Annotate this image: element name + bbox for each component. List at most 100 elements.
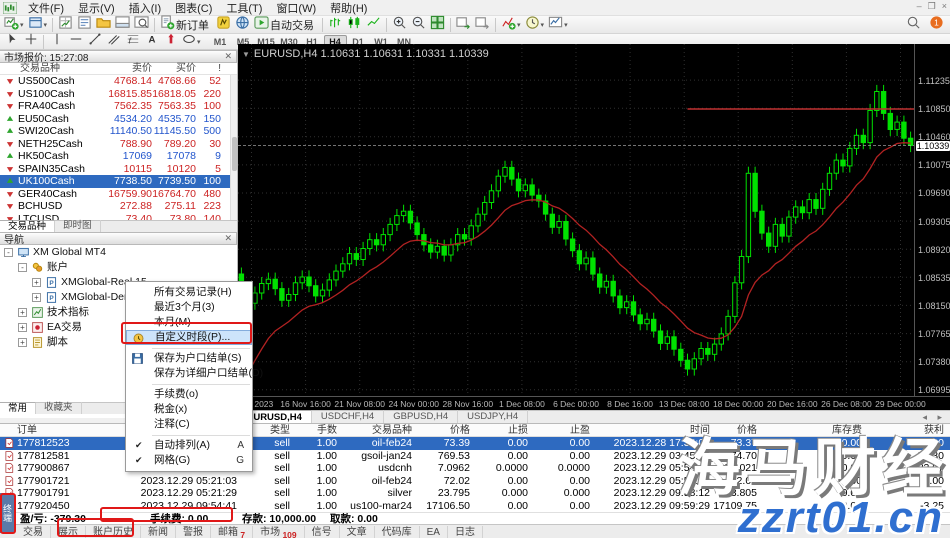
chart-tab-usdchf[interactable]: USDCHF,H4 xyxy=(312,410,384,423)
column-header-7[interactable]: 止损 xyxy=(508,424,528,437)
chart-tab-usdjpy[interactable]: USDJPY,H4 xyxy=(458,410,528,423)
market-watch-row[interactable]: SWI20Cash11140.5011145.50500 xyxy=(0,125,237,138)
terminal-tab-代码库[interactable]: 代码库 xyxy=(375,526,420,538)
menu-item-A[interactable]: ✔自动排列(A)A xyxy=(126,438,252,453)
market-watch-row[interactable]: UK100Cash7738.507739.50100 xyxy=(0,175,237,188)
terminal-tab-交易[interactable]: 交易 xyxy=(16,526,51,538)
expert-advisors-button[interactable] xyxy=(233,16,252,33)
candlestick-chart-button[interactable] xyxy=(345,16,364,33)
data-window-button[interactable] xyxy=(75,16,94,33)
market-watch-row[interactable]: LTCUSD73.4073.80140 xyxy=(0,213,237,221)
crosshair-button[interactable] xyxy=(21,33,40,50)
menu-item-4[interactable]: 图表(C) xyxy=(168,0,219,17)
periods-button[interactable]: ▾ xyxy=(523,16,547,33)
expander-icon[interactable]: - xyxy=(4,248,13,257)
scrollbar-thumb[interactable] xyxy=(232,137,237,171)
trend-line-button[interactable] xyxy=(85,33,104,50)
text-label-button[interactable]: A xyxy=(142,33,161,50)
market-watch-row[interactable]: US500Cash4768.144768.6652 xyxy=(0,75,237,88)
column-header-4[interactable]: 手数 xyxy=(317,424,337,437)
column-header-2[interactable]: 卖价 xyxy=(132,63,152,76)
terminal-tab-新闻[interactable]: 新闻 xyxy=(141,526,176,538)
line-chart-button[interactable] xyxy=(364,16,383,33)
terminal-tab-信号[interactable]: 信号 xyxy=(305,526,340,538)
expander-icon[interactable]: + xyxy=(18,323,27,332)
tab-scroll-arrows[interactable]: ◂ ▸ xyxy=(922,412,950,423)
market-watch-row[interactable]: FRA40Cash7562.357563.35100 xyxy=(0,100,237,113)
new-chart-button[interactable]: ▾ xyxy=(2,16,26,33)
shapes-button[interactable]: ▾ xyxy=(180,33,203,50)
market-watch-row[interactable]: SPAIN35Cash10115101205 xyxy=(0,163,237,176)
tree-item[interactable]: -XM Global MT4 xyxy=(0,245,237,260)
terminal-tab-EA[interactable]: EA xyxy=(420,526,448,538)
profiles-button[interactable]: ▾ xyxy=(26,16,50,33)
market-watch-row[interactable]: HK50Cash17069170789 xyxy=(0,150,237,163)
chart-shift-button[interactable] xyxy=(473,16,492,33)
market-watch-row[interactable]: GER40Cash16759.9016764.70480 xyxy=(0,188,237,201)
menu-item-D[interactable]: 保存为详细户口结单(D) xyxy=(126,366,252,381)
timeframe-m1[interactable]: M1 xyxy=(209,35,232,49)
metaeditor-button[interactable] xyxy=(214,16,233,33)
column-header-5[interactable]: 交易品种 xyxy=(372,424,412,437)
menu-item-33[interactable]: 最近3个月(3) xyxy=(126,300,252,315)
menu-item-x[interactable]: 税金(x) xyxy=(126,402,252,417)
chart-tab-gbpusd[interactable]: GBPUSD,H4 xyxy=(384,410,458,423)
terminal-tab-警报[interactable]: 警报 xyxy=(176,526,211,538)
indicators-button[interactable]: ▾ xyxy=(499,16,523,33)
strategy-tester-button[interactable] xyxy=(132,16,151,33)
close-icon[interactable]: ✕ xyxy=(224,51,232,62)
menu-item-o[interactable]: 手续费(o) xyxy=(126,387,252,402)
column-header-1[interactable]: 交易品种 xyxy=(20,63,60,76)
expander-icon[interactable]: + xyxy=(18,338,27,347)
column-header-1[interactable]: 订单 xyxy=(17,424,37,437)
zoom-in-button[interactable] xyxy=(390,16,409,33)
menu-item-G[interactable]: ✔网格(G)G xyxy=(126,453,252,468)
terminal-tab-市场[interactable]: 市场 109 xyxy=(253,526,305,538)
column-header-3[interactable]: 类型 xyxy=(270,424,290,437)
autotrading-button[interactable]: 自动交易 xyxy=(252,16,319,33)
terminal-tab-邮箱[interactable]: 邮箱 7 xyxy=(211,526,253,538)
column-header-6[interactable]: 价格 xyxy=(450,424,470,437)
chart-window[interactable]: ▼EURUSD,H4 1.10631 1.10631 1.10331 1.103… xyxy=(238,44,950,410)
tab-收藏夹[interactable]: 收藏夹 xyxy=(36,402,82,414)
close-icon[interactable]: × xyxy=(942,1,947,12)
tab-常用[interactable]: 常用 xyxy=(0,402,36,414)
menu-item-6[interactable]: 窗口(W) xyxy=(269,0,323,17)
menu-item-C[interactable]: 注释(C) xyxy=(126,417,252,432)
new-order-button[interactable]: 新订单 xyxy=(158,16,214,33)
market-watch-button[interactable] xyxy=(56,16,75,33)
tree-item[interactable]: -账户 xyxy=(0,260,237,275)
expander-icon[interactable]: - xyxy=(18,263,27,272)
expander-icon[interactable]: + xyxy=(32,278,41,287)
navigator-button[interactable] xyxy=(94,16,113,33)
notifications-button[interactable]: 1 xyxy=(927,17,946,34)
one-click-trading-icon[interactable]: ▼ xyxy=(242,50,250,59)
bar-chart-button[interactable] xyxy=(326,16,345,33)
market-watch-row[interactable]: US100Cash16815.8516818.05220 xyxy=(0,88,237,101)
market-watch-row[interactable]: BCHUSD272.88275.11223 xyxy=(0,200,237,213)
column-header-3[interactable]: 买价 xyxy=(176,63,196,76)
time-scale[interactable]: 9 Nov 202316 Nov 16:0021 Nov 08:0024 Nov… xyxy=(238,396,950,410)
vertical-line-button[interactable] xyxy=(47,33,66,50)
expander-icon[interactable]: + xyxy=(32,293,41,302)
close-icon[interactable]: ✕ xyxy=(224,233,232,244)
restore-icon[interactable]: ❐ xyxy=(928,1,936,12)
terminal-tab-日志[interactable]: 日志 xyxy=(448,526,483,538)
fibonacci-button[interactable]: f xyxy=(123,33,142,50)
templates-button[interactable]: ▾ xyxy=(546,16,570,33)
auto-scroll-button[interactable] xyxy=(454,16,473,33)
expander-icon[interactable]: + xyxy=(18,308,27,317)
menu-item-S[interactable]: 保存为户口结单(S) xyxy=(126,351,252,366)
cursor-button[interactable] xyxy=(2,33,21,50)
column-header-8[interactable]: 止盈 xyxy=(570,424,590,437)
market-watch-row[interactable]: EU50Cash4534.204535.70150 xyxy=(0,113,237,126)
horizontal-line-button[interactable] xyxy=(66,33,85,50)
zoom-out-button[interactable] xyxy=(409,16,428,33)
price-scale[interactable]: 1.112351.108501.104601.100751.096901.093… xyxy=(914,44,950,396)
tile-windows-button[interactable] xyxy=(428,16,447,33)
market-watch-row[interactable]: NETH25Cash788.90789.2030 xyxy=(0,138,237,151)
chart-plot[interactable] xyxy=(238,44,914,396)
terminal-tab-文章[interactable]: 文章 xyxy=(340,526,375,538)
tab-即时图[interactable]: 即时图 xyxy=(55,220,101,232)
search-button[interactable] xyxy=(904,17,923,34)
